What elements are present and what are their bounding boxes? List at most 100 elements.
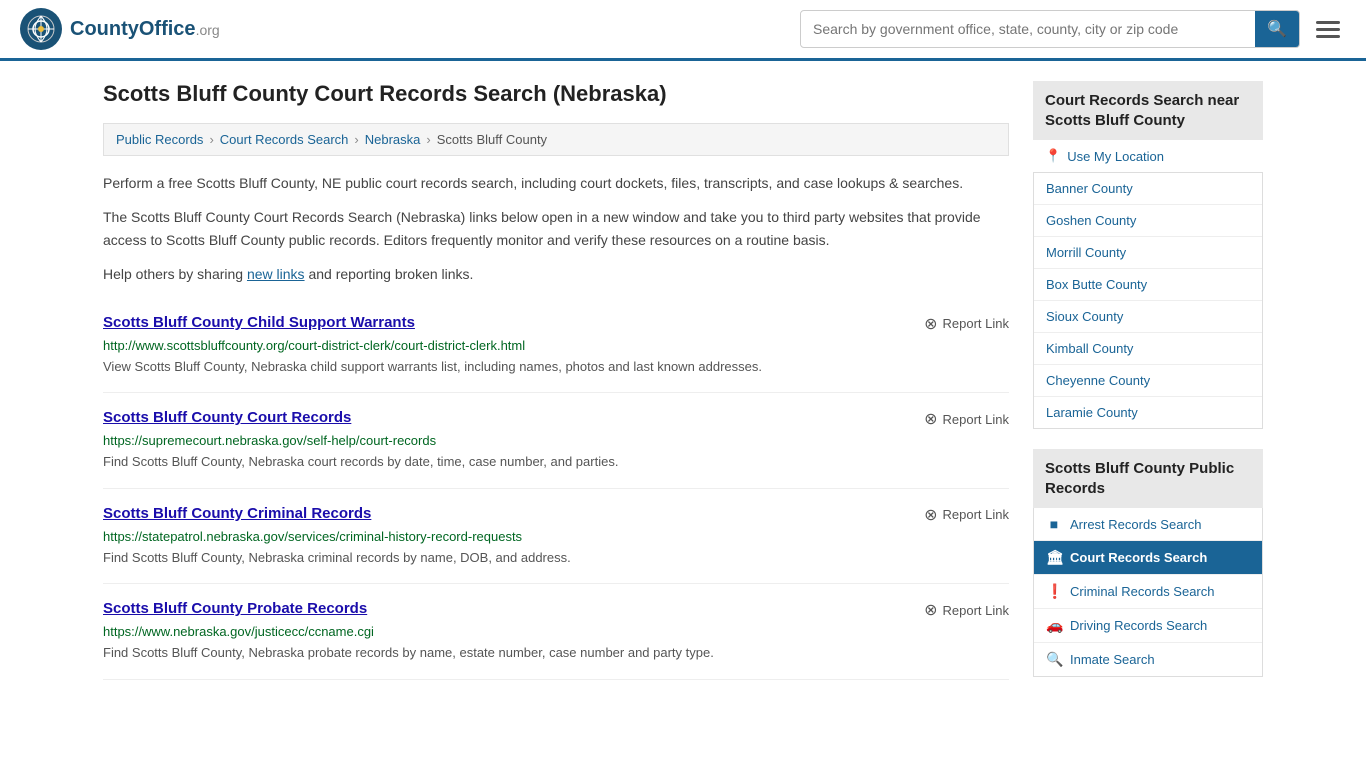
record-url: https://www.nebraska.gov/justicecc/ccnam… <box>103 624 1009 639</box>
logo-area: CountyOffice.org <box>20 8 220 50</box>
desc-prefix: Help others by sharing <box>103 266 247 282</box>
nearby-title: Court Records Search near Scotts Bluff C… <box>1033 81 1263 140</box>
record-desc: Find Scotts Bluff County, Nebraska proba… <box>103 643 1009 663</box>
public-record-item: 🏛 Court Records Search <box>1034 541 1262 575</box>
record-desc: Find Scotts Bluff County, Nebraska crimi… <box>103 548 1009 568</box>
record-title[interactable]: Scotts Bluff County Criminal Records <box>103 505 371 522</box>
report-icon: ⊗ <box>924 314 937 334</box>
nearby-county-item: Morrill County <box>1034 237 1262 269</box>
report-icon: ⊗ <box>924 600 937 620</box>
record-type-icon: 🚗 <box>1046 617 1062 634</box>
report-link[interactable]: ⊗ Report Link <box>924 409 1009 429</box>
search-button[interactable]: 🔍 <box>1255 11 1299 47</box>
record-item: Scotts Bluff County Court Records ⊗ Repo… <box>103 393 1009 489</box>
record-url: https://statepatrol.nebraska.gov/service… <box>103 529 1009 544</box>
record-header: Scotts Bluff County Court Records ⊗ Repo… <box>103 409 1009 429</box>
report-label: Report Link <box>943 412 1009 427</box>
record-type-icon: ■ <box>1046 516 1062 532</box>
public-record-link[interactable]: 🔍 Inmate Search <box>1034 643 1262 676</box>
nearby-county-item: Sioux County <box>1034 301 1262 333</box>
breadcrumb-current: Scotts Bluff County <box>437 132 547 147</box>
public-records-section: Scotts Bluff County Public Records ■ Arr… <box>1033 449 1263 677</box>
report-icon: ⊗ <box>924 505 937 525</box>
report-link[interactable]: ⊗ Report Link <box>924 600 1009 620</box>
nearby-county-link[interactable]: Morrill County <box>1034 237 1262 268</box>
search-icon: 🔍 <box>1267 21 1287 38</box>
breadcrumb-nebraska[interactable]: Nebraska <box>365 132 421 147</box>
public-record-link[interactable]: ■ Arrest Records Search <box>1034 508 1262 540</box>
record-title[interactable]: Scotts Bluff County Probate Records <box>103 600 367 617</box>
public-record-link[interactable]: ❗ Criminal Records Search <box>1034 575 1262 608</box>
nearby-county-link[interactable]: Goshen County <box>1034 205 1262 236</box>
nearby-county-link[interactable]: Banner County <box>1034 173 1262 204</box>
nearby-section: Court Records Search near Scotts Bluff C… <box>1033 81 1263 429</box>
nearby-counties-list: Banner CountyGoshen CountyMorrill County… <box>1033 173 1263 429</box>
breadcrumb-sep: › <box>354 132 358 147</box>
record-type-icon: 🔍 <box>1046 651 1062 668</box>
breadcrumb-sep: › <box>426 132 430 147</box>
breadcrumb-court-records[interactable]: Court Records Search <box>220 132 349 147</box>
main-content: Scotts Bluff County Court Records Search… <box>103 81 1009 697</box>
breadcrumb-public-records[interactable]: Public Records <box>116 132 203 147</box>
public-record-item: 🔍 Inmate Search <box>1034 643 1262 676</box>
public-record-item: 🚗 Driving Records Search <box>1034 609 1262 643</box>
report-label: Report Link <box>943 507 1009 522</box>
report-link[interactable]: ⊗ Report Link <box>924 314 1009 334</box>
record-header: Scotts Bluff County Probate Records ⊗ Re… <box>103 600 1009 620</box>
record-list: Scotts Bluff County Child Support Warran… <box>103 298 1009 680</box>
site-header: CountyOffice.org 🔍 <box>0 0 1366 61</box>
public-record-item: ❗ Criminal Records Search <box>1034 575 1262 609</box>
record-desc: View Scotts Bluff County, Nebraska child… <box>103 357 1009 377</box>
report-label: Report Link <box>943 603 1009 618</box>
new-links[interactable]: new links <box>247 266 305 282</box>
record-header: Scotts Bluff County Child Support Warran… <box>103 314 1009 334</box>
record-type-icon: 🏛 <box>1046 549 1062 566</box>
record-type-label: Court Records Search <box>1070 550 1207 565</box>
record-desc: Find Scotts Bluff County, Nebraska court… <box>103 452 1009 472</box>
header-controls: 🔍 <box>800 10 1346 48</box>
nearby-county-item: Kimball County <box>1034 333 1262 365</box>
report-label: Report Link <box>943 316 1009 331</box>
description-para2: The Scotts Bluff County Court Records Se… <box>103 206 1009 251</box>
use-my-location[interactable]: 📍 Use My Location <box>1045 148 1251 164</box>
public-record-link[interactable]: 🏛 Court Records Search <box>1034 541 1262 574</box>
menu-line <box>1316 21 1340 24</box>
nearby-county-item: Laramie County <box>1034 397 1262 428</box>
sidebar: Court Records Search near Scotts Bluff C… <box>1033 81 1263 697</box>
page-title: Scotts Bluff County Court Records Search… <box>103 81 1009 107</box>
record-type-label: Criminal Records Search <box>1070 584 1215 599</box>
nearby-county-link[interactable]: Laramie County <box>1034 397 1262 428</box>
nearby-county-link[interactable]: Box Butte County <box>1034 269 1262 300</box>
description-para1: Perform a free Scotts Bluff County, NE p… <box>103 172 1009 194</box>
search-input[interactable] <box>801 13 1255 45</box>
public-record-item: ■ Arrest Records Search <box>1034 508 1262 541</box>
nearby-county-link[interactable]: Sioux County <box>1034 301 1262 332</box>
nearby-county-link[interactable]: Kimball County <box>1034 333 1262 364</box>
public-record-link[interactable]: 🚗 Driving Records Search <box>1034 609 1262 642</box>
logo-icon <box>20 8 62 50</box>
nearby-county-item: Banner County <box>1034 173 1262 205</box>
breadcrumb-sep: › <box>209 132 213 147</box>
record-header: Scotts Bluff County Criminal Records ⊗ R… <box>103 505 1009 525</box>
record-url: http://www.scottsbluffcounty.org/court-d… <box>103 338 1009 353</box>
nearby-county-link[interactable]: Cheyenne County <box>1034 365 1262 396</box>
record-item: Scotts Bluff County Criminal Records ⊗ R… <box>103 489 1009 585</box>
record-type-label: Arrest Records Search <box>1070 517 1202 532</box>
record-item: Scotts Bluff County Probate Records ⊗ Re… <box>103 584 1009 680</box>
logo-text: CountyOffice.org <box>70 18 220 41</box>
location-icon: 📍 <box>1045 148 1061 164</box>
description-para3: Help others by sharing new links and rep… <box>103 263 1009 285</box>
report-link[interactable]: ⊗ Report Link <box>924 505 1009 525</box>
record-type-label: Driving Records Search <box>1070 618 1207 633</box>
record-item: Scotts Bluff County Child Support Warran… <box>103 298 1009 394</box>
record-type-label: Inmate Search <box>1070 652 1155 667</box>
report-icon: ⊗ <box>924 409 937 429</box>
record-url: https://supremecourt.nebraska.gov/self-h… <box>103 433 1009 448</box>
main-container: Scotts Bluff County Court Records Search… <box>83 61 1283 717</box>
public-records-list: ■ Arrest Records Search 🏛 Court Records … <box>1033 508 1263 677</box>
record-title[interactable]: Scotts Bluff County Child Support Warran… <box>103 314 415 331</box>
nearby-county-item: Box Butte County <box>1034 269 1262 301</box>
menu-button[interactable] <box>1310 15 1346 44</box>
desc-suffix: and reporting broken links. <box>305 266 474 282</box>
record-title[interactable]: Scotts Bluff County Court Records <box>103 409 351 426</box>
